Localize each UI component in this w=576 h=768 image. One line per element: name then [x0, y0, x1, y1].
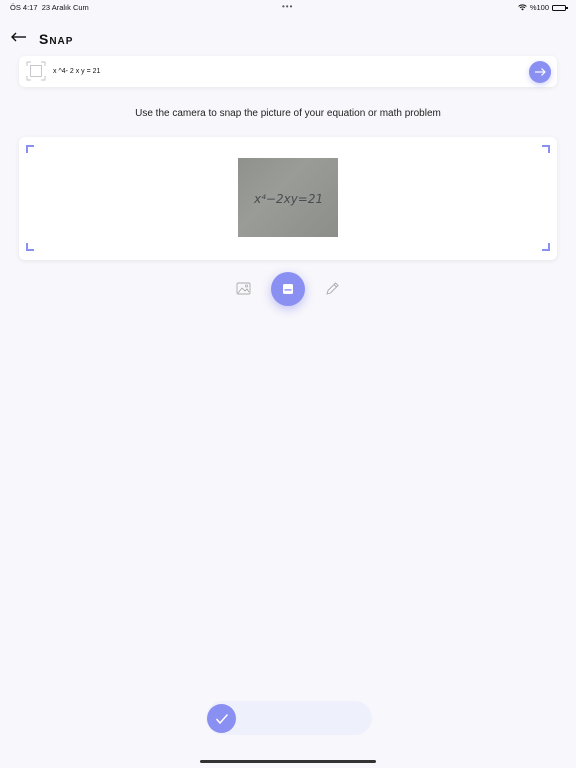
camera-icon — [283, 284, 293, 294]
checkmark-icon — [215, 713, 228, 724]
image-icon — [236, 282, 251, 295]
arrow-left-icon — [11, 32, 26, 42]
status-date: 23 Aralık Cum — [41, 3, 89, 12]
input-mode-toolbar — [0, 271, 576, 307]
back-button[interactable] — [10, 29, 30, 45]
equation-input[interactable] — [53, 62, 523, 81]
scan-frame-icon[interactable] — [26, 61, 46, 81]
status-bar: ÖS 4:17 23 Aralık Cum ••• %100 — [0, 0, 576, 14]
instruction-text: Use the camera to snap the picture of yo… — [135, 108, 441, 119]
submit-equation-button[interactable] — [529, 61, 551, 83]
snapped-equation-photo: x⁴−2xy=21 — [238, 158, 338, 237]
status-time: ÖS 4:17 — [10, 3, 38, 12]
camera-mode-button[interactable] — [271, 272, 305, 306]
multitasking-dots[interactable]: ••• — [282, 2, 293, 11]
crop-corner-top-left[interactable] — [26, 145, 34, 153]
crop-corner-top-right[interactable] — [542, 145, 550, 153]
page-title: Snap — [39, 31, 74, 47]
gallery-button[interactable] — [236, 281, 251, 296]
battery-percent: %100 — [529, 3, 549, 12]
pencil-icon — [326, 282, 339, 295]
wifi-icon — [518, 4, 527, 11]
arrow-right-icon — [535, 68, 546, 76]
confirm-bar — [206, 701, 372, 735]
crop-corner-bottom-right[interactable] — [542, 243, 550, 251]
home-indicator[interactable] — [200, 760, 376, 763]
handwriting-button[interactable] — [325, 281, 340, 296]
confirm-button[interactable] — [207, 704, 236, 733]
crop-corner-bottom-left[interactable] — [26, 243, 34, 251]
status-right: %100 — [518, 3, 568, 12]
handwritten-equation: x⁴−2xy=21 — [253, 192, 323, 206]
status-time-date: ÖS 4:17 23 Aralık Cum — [10, 3, 89, 12]
header: Snap — [0, 26, 576, 50]
camera-viewfinder[interactable]: x⁴−2xy=21 — [19, 137, 557, 260]
equation-bar — [19, 56, 557, 87]
battery-icon — [552, 4, 568, 11]
